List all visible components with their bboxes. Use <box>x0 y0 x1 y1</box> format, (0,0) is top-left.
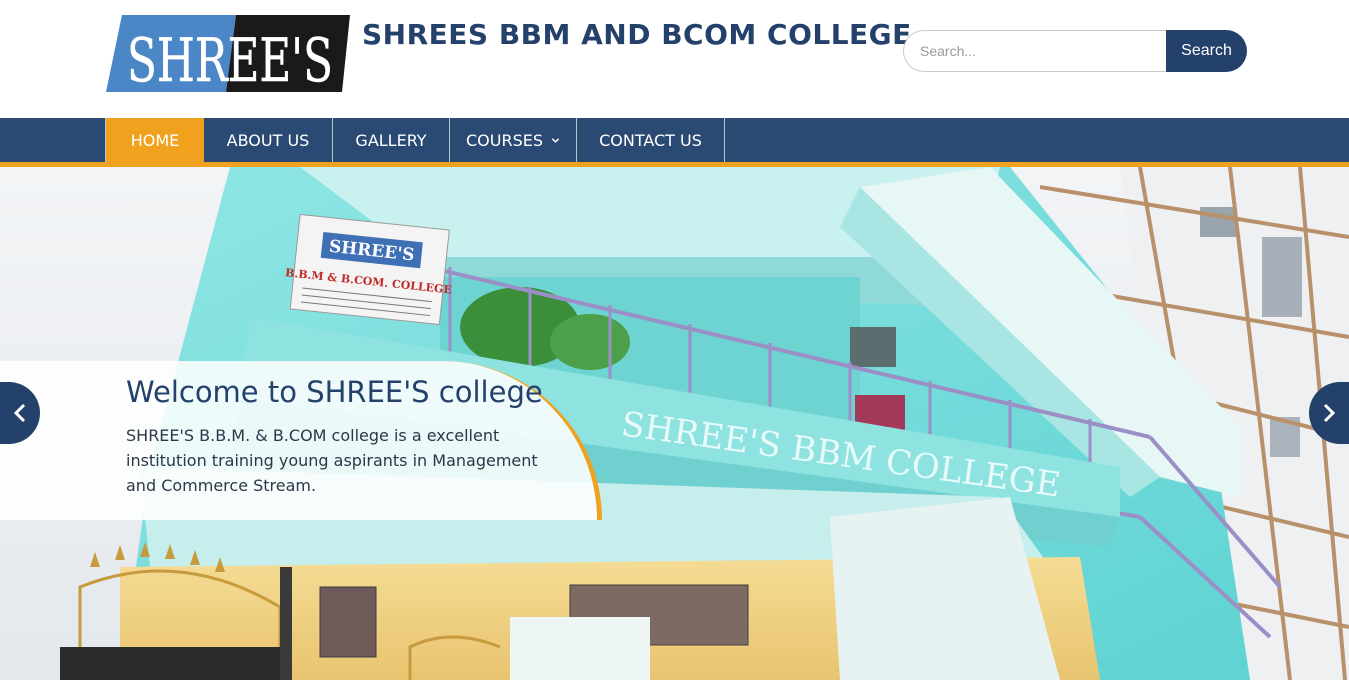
nav-item-contact-us[interactable]: CONTACT US <box>577 118 725 162</box>
nav-item-label: ABOUT US <box>226 130 310 150</box>
nav-item-about-us[interactable]: ABOUT US <box>204 118 333 162</box>
nav-item-home[interactable]: HOME <box>105 118 204 162</box>
hero-slider: SHREE'S BBM COLLEGE SHREE'S B.B.M & B.CO… <box>0 167 1349 680</box>
nav-item-label: CONTACT US <box>599 130 702 150</box>
search-button[interactable]: Search <box>1166 30 1247 72</box>
svg-text:SHREE'S: SHREE'S <box>127 26 333 92</box>
nav-item-label: HOME <box>130 130 180 150</box>
search-form: Search <box>903 30 1247 72</box>
chevron-right-icon <box>1323 403 1336 423</box>
main-navbar: HOME ABOUT US GALLERY COURSES CONTACT US <box>0 118 1349 167</box>
hero-caption: Welcome to SHREE'S college SHREE'S B.B.M… <box>0 361 602 520</box>
hero-caption-title: Welcome to SHREE'S college <box>126 375 543 409</box>
nav-item-label: COURSES <box>465 130 543 150</box>
nav-item-label: GALLERY <box>355 130 427 150</box>
chevron-down-icon <box>551 137 560 143</box>
college-logo[interactable]: SHREE'S <box>106 15 350 92</box>
main-nav: HOME ABOUT US GALLERY COURSES CONTACT US <box>105 118 725 162</box>
site-title: SHREES BBM AND BCOM COLLEGE <box>362 18 912 51</box>
hero-caption-text: SHREE'S B.B.M. & B.COM college is a exce… <box>126 426 538 495</box>
chevron-left-icon <box>13 403 26 423</box>
search-input[interactable] <box>903 30 1166 72</box>
site-header: SHREE'S SHREES BBM AND BCOM COLLEGE Sear… <box>0 0 1349 118</box>
nav-item-gallery[interactable]: GALLERY <box>333 118 450 162</box>
nav-item-courses[interactable]: COURSES <box>450 118 577 162</box>
